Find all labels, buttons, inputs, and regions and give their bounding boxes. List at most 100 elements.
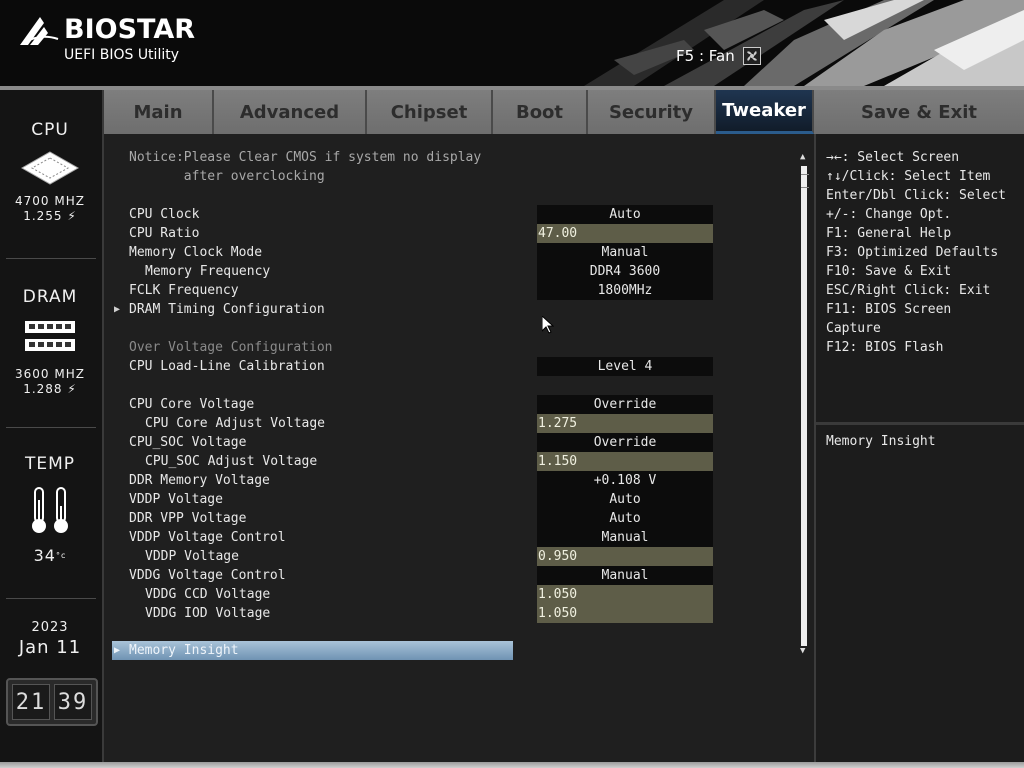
- setting-label: VDDG CCD Voltage: [145, 587, 271, 602]
- setting-vddp-voltage-value[interactable]: VDDP Voltage 0.950: [104, 547, 804, 566]
- fan-icon: [742, 47, 761, 65]
- setting-ddr-memory-voltage[interactable]: DDR Memory Voltage +0.108 V: [104, 471, 804, 490]
- setting-cpu-llc[interactable]: CPU Load-Line Calibration Level 4: [104, 357, 804, 376]
- setting-cpu-core-voltage[interactable]: CPU Core Voltage Override: [104, 395, 804, 414]
- scrollbar-thumb[interactable]: [801, 174, 809, 188]
- cpu-title: CPU: [31, 120, 69, 140]
- help-key-line: →←: Select Screen: [826, 150, 960, 165]
- setting-value[interactable]: +0.108 V: [537, 471, 713, 490]
- tab-security[interactable]: Security: [588, 90, 716, 134]
- help-key-line: F3: Optimized Defaults: [826, 245, 999, 260]
- biostar-logo-icon: [20, 16, 59, 45]
- tab-boot[interactable]: Boot: [493, 90, 588, 134]
- thermometer-icon: [25, 486, 75, 534]
- setting-label: CPU Ratio: [129, 226, 200, 241]
- setting-value[interactable]: Override: [537, 433, 713, 452]
- setting-label: Memory Frequency: [145, 264, 271, 279]
- setting-vddp-voltage-control[interactable]: VDDP Voltage Control Manual: [104, 528, 804, 547]
- scrollbar-track[interactable]: [801, 166, 809, 646]
- setting-value[interactable]: Auto: [537, 490, 713, 509]
- setting-value[interactable]: DDR4 3600: [537, 262, 713, 281]
- tab-main[interactable]: Main: [104, 90, 214, 134]
- tab-advanced[interactable]: Advanced: [214, 90, 367, 134]
- setting-label: DDR Memory Voltage: [129, 473, 270, 488]
- date-year: 2023: [31, 620, 69, 635]
- setting-label: CPU Clock: [129, 207, 200, 222]
- setting-value[interactable]: 0.950: [537, 547, 713, 566]
- setting-value[interactable]: Override: [537, 395, 713, 414]
- setting-cpu-core-adjust-voltage[interactable]: CPU Core Adjust Voltage 1.275: [104, 414, 804, 433]
- setting-value[interactable]: Manual: [537, 528, 713, 547]
- setting-label: VDDG IOD Voltage: [145, 606, 271, 621]
- setting-value[interactable]: Manual: [537, 566, 713, 585]
- fan-hint-label: F5 : Fan: [676, 47, 735, 65]
- setting-label: CPU_SOC Voltage: [129, 435, 247, 450]
- dram-module-icon: [23, 319, 77, 353]
- setting-vddg-voltage-control[interactable]: VDDG Voltage Control Manual: [104, 566, 804, 585]
- setting-label: Memory Clock Mode: [129, 245, 263, 260]
- lightning-icon: ⚡: [67, 382, 77, 396]
- setting-label: CPU_SOC Adjust Voltage: [145, 454, 318, 469]
- header: BIOSTAR UEFI BIOS Utility F5 : Fan: [0, 0, 1024, 86]
- scroll-up-icon[interactable]: ▲: [800, 152, 805, 162]
- tab-save-exit[interactable]: Save & Exit: [814, 90, 1024, 134]
- temp-title: TEMP: [24, 454, 76, 474]
- setting-value[interactable]: Manual: [537, 243, 713, 262]
- setting-label: DRAM Timing Configuration: [129, 302, 325, 317]
- temp-value: 34: [33, 546, 56, 565]
- section-label: Over Voltage Configuration: [129, 340, 333, 355]
- date-month-day: Jan 11: [18, 637, 82, 658]
- section-over-voltage: Over Voltage Configuration: [104, 338, 804, 357]
- clock: 21 39: [6, 678, 98, 726]
- help-panel: →←: Select Screen ↑↓/Click: Select Item …: [814, 134, 1024, 762]
- cpu-frequency: 4700 MHZ: [15, 194, 85, 208]
- setting-vddg-ccd-voltage[interactable]: VDDG CCD Voltage 1.050: [104, 585, 804, 604]
- setting-cpu-soc-adjust-voltage[interactable]: CPU_SOC Adjust Voltage 1.150: [104, 452, 804, 471]
- setting-vddp-voltage[interactable]: VDDP Voltage Auto: [104, 490, 804, 509]
- help-key-line: Enter/Dbl Click: Select: [826, 188, 1007, 203]
- brand-name: BIOSTAR: [64, 14, 196, 45]
- help-key-line: ↑↓/Click: Select Item: [826, 169, 991, 184]
- setting-value[interactable]: 1.050: [537, 585, 713, 604]
- system-status-panel: CPU 4700 MHZ 1.255 ⚡ DRAM 3600 MHZ 1.288…: [0, 90, 104, 762]
- dram-frequency: 3600 MHZ: [15, 367, 85, 381]
- fan-hotkey-hint[interactable]: F5 : Fan: [676, 47, 761, 65]
- submenu-dram-timing[interactable]: ▶ DRAM Timing Configuration: [104, 300, 804, 319]
- setting-value[interactable]: Auto: [537, 509, 713, 528]
- setting-value[interactable]: Auto: [537, 205, 713, 224]
- setting-memory-frequency[interactable]: Memory Frequency DDR4 3600: [104, 262, 804, 281]
- setting-fclk-frequency[interactable]: FCLK Frequency 1800MHz: [104, 281, 804, 300]
- setting-value[interactable]: 1.275: [537, 414, 713, 433]
- scroll-down-icon[interactable]: ▼: [800, 646, 805, 656]
- biostar-logo: BIOSTAR UEFI BIOS Utility: [20, 14, 195, 63]
- setting-cpu-clock[interactable]: CPU Clock Auto: [104, 205, 804, 224]
- tab-tweaker[interactable]: Tweaker: [716, 90, 814, 134]
- setting-ddr-vpp-voltage[interactable]: DDR VPP Voltage Auto: [104, 509, 804, 528]
- tab-chipset[interactable]: Chipset: [367, 90, 493, 134]
- setting-value[interactable]: 1.050: [537, 604, 713, 623]
- help-key-line: F10: Save & Exit: [826, 264, 952, 279]
- setting-cpu-soc-voltage[interactable]: CPU_SOC Voltage Override: [104, 433, 804, 452]
- setting-label: VDDG Voltage Control: [129, 568, 286, 583]
- setting-value[interactable]: 1.150: [537, 452, 713, 471]
- scrollbar[interactable]: ▲ ▼: [800, 152, 809, 658]
- dram-status: DRAM 3600 MHZ 1.288 ⚡: [0, 287, 100, 397]
- setting-label: CPU Core Adjust Voltage: [145, 416, 326, 431]
- setting-value[interactable]: 47.00: [537, 224, 713, 243]
- notice-line-2: after overclocking: [129, 169, 325, 184]
- settings-panel: Notice:Please Clear CMOS if system no di…: [104, 134, 814, 762]
- setting-value[interactable]: 1800MHz: [537, 281, 713, 300]
- setting-memory-clock-mode[interactable]: Memory Clock Mode Manual: [104, 243, 804, 262]
- setting-vddg-iod-voltage[interactable]: VDDG IOD Voltage 1.050: [104, 604, 804, 623]
- status-divider: [6, 258, 96, 259]
- brand-subtitle: UEFI BIOS Utility: [64, 47, 179, 63]
- setting-label: DDR VPP Voltage: [129, 511, 247, 526]
- submenu-memory-insight[interactable]: ▶ Memory Insight: [112, 641, 513, 660]
- mouse-cursor-icon: [542, 316, 554, 334]
- setting-cpu-ratio[interactable]: CPU Ratio 47.00: [104, 224, 804, 243]
- help-divider: [816, 422, 1024, 425]
- menu-tabs: Main Advanced Chipset Boot Security Twea…: [104, 90, 1024, 134]
- help-key-line: F11: BIOS Screen: [826, 302, 952, 317]
- setting-value[interactable]: Level 4: [537, 357, 713, 376]
- dram-title: DRAM: [22, 287, 78, 307]
